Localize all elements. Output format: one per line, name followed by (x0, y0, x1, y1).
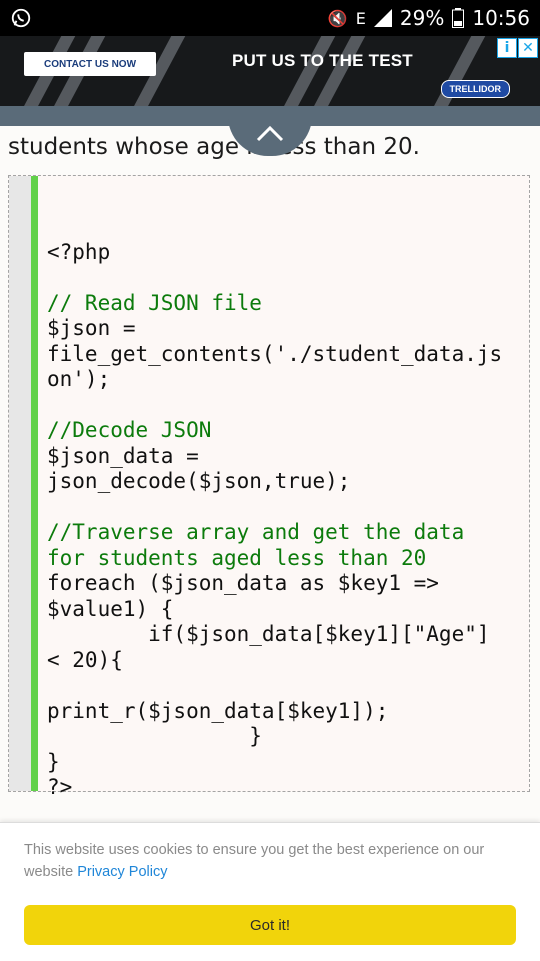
ad-contact-button[interactable]: CONTACT US NOW (24, 52, 156, 76)
code-line: json_decode($json,true); (47, 469, 351, 493)
code-gutter (9, 176, 31, 791)
code-line: } (47, 724, 262, 748)
code-line: //Decode JSON (47, 418, 212, 442)
mute-icon: 🔇 (327, 8, 348, 28)
cookie-banner: This website uses cookies to ensure you … (0, 822, 540, 961)
cookie-message: This website uses cookies to ensure you … (24, 839, 519, 883)
code-line: file_get_contents('./student_data.js (47, 341, 503, 366)
signal-icon (373, 9, 392, 27)
ad-headline: PUT US TO THE TEST (232, 51, 413, 70)
code-line: //Traverse array and get the data (47, 520, 465, 544)
chevron-up-icon (256, 125, 284, 142)
network-type: E (355, 8, 366, 28)
code-line: on'); (47, 367, 111, 391)
code-line: <?php (47, 239, 111, 264)
code-accent-bar (31, 176, 38, 791)
code-line: $json_data = (47, 443, 199, 468)
code-line: if($json_data[$key1]["Age"] (47, 622, 490, 646)
code-line: $value1) { (47, 596, 174, 621)
got-it-button[interactable]: Got it! (24, 905, 516, 945)
code-line: } (47, 749, 60, 774)
info-icon[interactable]: i (497, 38, 517, 58)
whatsapp-icon (11, 8, 31, 28)
clock: 10:56 (472, 6, 530, 30)
battery-percent: 29% (399, 6, 445, 30)
status-bar: 🔇 E 29% 10:56 (0, 0, 540, 36)
battery-icon (452, 8, 465, 28)
ad-banner[interactable]: CONTACT US NOW PUT US TO THE TEST i ✕ TR… (0, 36, 540, 106)
code-line: print_r($json_data[$key1]); (47, 698, 389, 723)
code-line: ?> (47, 775, 73, 799)
close-icon[interactable]: ✕ (518, 38, 538, 58)
code-line: $json = (47, 316, 136, 340)
code-line: for students aged less than 20 (47, 545, 427, 570)
code-content: <?php // Read JSON file $json = file_get_co… (47, 214, 525, 801)
code-block: <?php // Read JSON file $json = file_get_co… (8, 175, 530, 799)
code-line: < 20){ (47, 647, 123, 672)
ad-brand-logo: TRELLIDOR (440, 80, 510, 98)
privacy-policy-link[interactable]: Privacy Policy (77, 864, 167, 880)
code-line: // Read JSON file (47, 290, 262, 315)
code-line: foreach ($json_data as $key1 => (47, 571, 439, 595)
